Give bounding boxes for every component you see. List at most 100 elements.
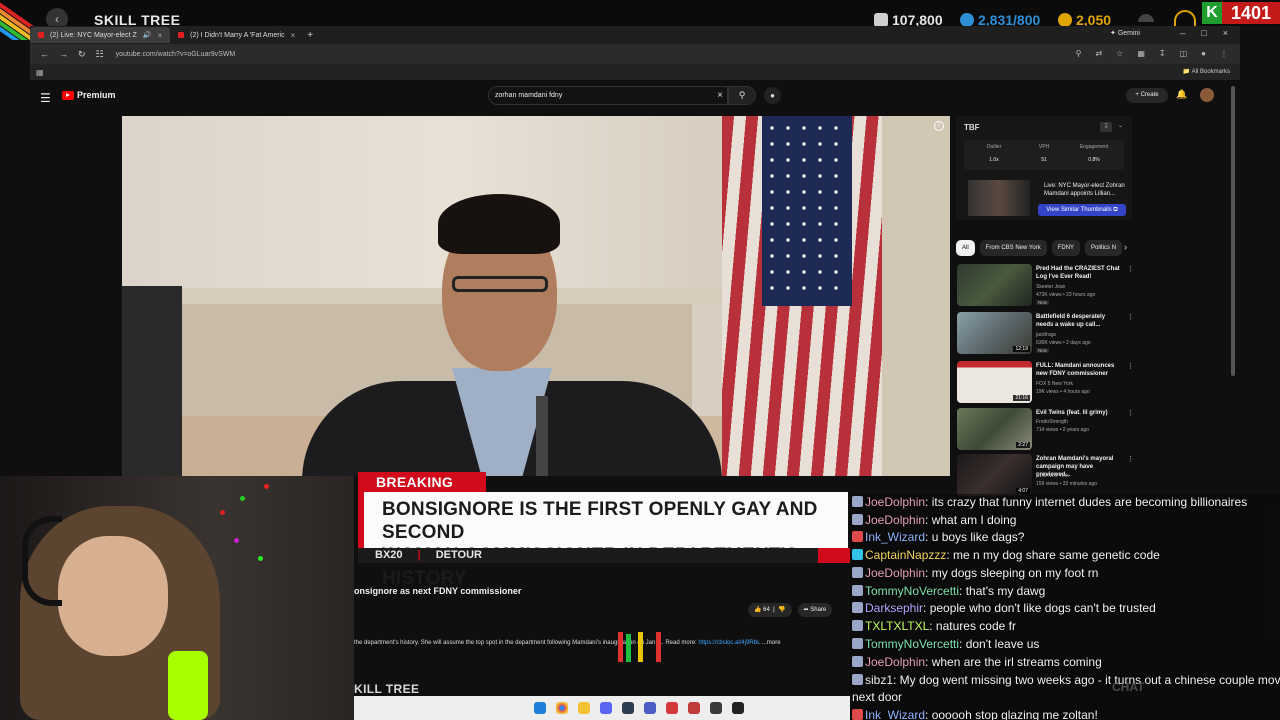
more-options-icon[interactable]: ⋮ xyxy=(1127,409,1134,417)
back-button[interactable]: ← xyxy=(40,49,49,59)
download-icon[interactable]: ↧ xyxy=(1159,49,1166,58)
create-button[interactable]: + Create xyxy=(1126,88,1168,103)
app-icon[interactable] xyxy=(710,702,722,714)
url-field[interactable]: youtube.com/watch?v=oGLuar9vSWM xyxy=(116,51,236,58)
chat-badge-icon xyxy=(852,549,863,560)
new-tab-button[interactable]: + xyxy=(307,30,313,41)
app-icon[interactable] xyxy=(732,702,744,714)
video-scene-speaker-hair xyxy=(438,194,560,254)
overlay-counter: 1401 xyxy=(1222,2,1280,24)
description-link[interactable]: https://cbsloc.al/4j9RbL xyxy=(698,640,760,646)
view-similar-thumbnails-button[interactable]: View Similar Thumbnails ⧉ xyxy=(1038,204,1126,216)
chat-text: : that's my dawg xyxy=(959,584,1046,598)
reload-button[interactable]: ↻ xyxy=(78,49,86,60)
browser-tab-bar: (2) Live: NYC Mayor-elect Z 🔊 × (2) I Di… xyxy=(30,26,1240,44)
description-more[interactable]: ...more xyxy=(762,640,781,646)
youtube-favicon-icon xyxy=(38,32,44,38)
voice-search-mic-icon[interactable]: ● xyxy=(764,87,781,104)
clear-search-icon[interactable]: × xyxy=(717,90,723,101)
recommendation-item[interactable]: 4:07 Zohran Mamdani's mayoral campaign m… xyxy=(957,454,1134,498)
more-options-icon[interactable]: ⋮ xyxy=(1127,313,1134,321)
file-explorer-icon[interactable] xyxy=(578,702,590,714)
recommendation-thumbnail: 2:27 xyxy=(957,408,1032,450)
hat-icon xyxy=(1138,14,1154,22)
all-bookmarks-link[interactable]: 📁 All Bookmarks xyxy=(1183,68,1230,75)
video-actions: 👍 64 | 👎 ➦ Share xyxy=(748,603,833,617)
site-info-icon[interactable]: ☷ xyxy=(96,49,104,60)
app-icon[interactable] xyxy=(644,702,656,714)
bookmark-star-icon[interactable]: ☆ xyxy=(1116,49,1123,58)
chat-message: TommyNoVercetti: don't leave us xyxy=(852,636,1039,653)
info-icon[interactable]: i xyxy=(934,121,944,131)
recommendation-item[interactable]: 2:27 Evil Twins (feat. lil grimy) FredoS… xyxy=(957,408,1134,452)
chevron-right-icon[interactable]: › xyxy=(1124,242,1127,252)
notifications-bell-icon[interactable]: 🔔 xyxy=(1176,89,1187,100)
gemini-button[interactable]: ✦ Gemini xyxy=(1110,29,1140,37)
sidepanel-icon[interactable]: ◫ xyxy=(1180,49,1188,58)
like-button[interactable]: 👍 64 | 👎 xyxy=(748,603,792,617)
more-options-icon[interactable]: ⋮ xyxy=(1127,265,1134,273)
chat-text: : people who don't like dogs can't be tr… xyxy=(923,601,1156,615)
extensions-icon[interactable]: ▦ xyxy=(1137,49,1145,58)
chat-text: : when are the irl streams coming xyxy=(925,655,1102,669)
dislike-icon[interactable]: 👎 xyxy=(778,607,785,613)
browser-tab-active[interactable]: (2) Live: NYC Mayor-elect Z 🔊 × xyxy=(30,27,171,43)
minimize-button[interactable]: – xyxy=(1180,28,1185,38)
close-tab-icon[interactable]: × xyxy=(291,31,296,40)
youtube-logo[interactable]: Premium xyxy=(62,90,116,100)
filter-chips: All From CBS New York FDNY Politics N xyxy=(956,240,1123,256)
close-tab-icon[interactable]: × xyxy=(157,31,162,40)
share-button[interactable]: ➦ Share xyxy=(797,603,833,617)
all-bookmarks-label: All Bookmarks xyxy=(1191,69,1230,75)
search-input[interactable]: zorhan mamdani fdny × xyxy=(488,86,728,105)
chevron-down-icon[interactable]: ⌄ xyxy=(1118,122,1123,129)
recommendation-meta: 159 views • 33 minutes ago xyxy=(1036,481,1097,487)
windows-start-icon[interactable] xyxy=(534,702,546,714)
browser-tab[interactable]: (2) I Didn't Marry A 'Fat Americ × xyxy=(170,27,303,43)
app-icon[interactable] xyxy=(622,702,634,714)
discord-icon[interactable] xyxy=(600,702,612,714)
more-options-icon[interactable]: ⋮ xyxy=(1127,455,1134,463)
recommendation-item[interactable]: 21:16 FULL: Mamdani announces new FDNY c… xyxy=(957,361,1134,405)
download-icon[interactable]: ↧ xyxy=(1100,122,1112,132)
chat-username: TommyNoVercetti xyxy=(865,584,960,598)
close-window-button[interactable]: × xyxy=(1223,28,1228,38)
video-player[interactable]: i xyxy=(122,116,950,476)
recommendation-item[interactable]: 12:19 Battlefield 6 desperately needs a … xyxy=(957,312,1134,356)
video-scene-microphone xyxy=(536,396,548,476)
zoom-icon[interactable]: ⚲ xyxy=(1076,49,1082,58)
headline-line-1: BONSIGNORE IS THE FIRST OPENLY GAY AND S… xyxy=(382,499,818,543)
search-icon: ⚲ xyxy=(738,90,746,100)
new-badge: New xyxy=(1036,348,1050,353)
recommendation-meta: 473K views • 23 hours ago xyxy=(1036,292,1096,298)
chip-politics[interactable]: Politics N xyxy=(1085,240,1123,256)
app-icon[interactable] xyxy=(666,702,678,714)
chip-all[interactable]: All xyxy=(956,240,975,256)
visualizer-bar xyxy=(618,632,623,662)
youtube-play-icon xyxy=(62,90,74,100)
hamburger-menu-icon[interactable]: ☰ xyxy=(40,91,51,105)
apps-grid-icon[interactable]: ▦ xyxy=(36,68,44,77)
chip-fdny[interactable]: FDNY xyxy=(1051,240,1081,256)
translate-icon[interactable]: ⇄ xyxy=(1095,49,1102,58)
search-button[interactable]: ⚲ xyxy=(728,86,756,105)
chrome-icon[interactable] xyxy=(556,702,568,714)
chat-message: TXLTXLTXL: natures code fr xyxy=(852,618,1016,635)
recommendation-item[interactable]: Pred Had the CRAZIEST Chat Log I've Ever… xyxy=(957,264,1134,308)
maximize-button[interactable]: □ xyxy=(1201,28,1206,38)
forward-button[interactable]: → xyxy=(59,49,68,59)
page-scrollbar[interactable] xyxy=(1231,86,1235,376)
duration-badge: 2:27 xyxy=(1016,442,1030,448)
avatar[interactable] xyxy=(1200,88,1214,102)
chat-message: JoeDolphin: my dogs sleeping on my foot … xyxy=(852,565,1098,582)
breaking-news-headline: BONSIGNORE IS THE FIRST OPENLY GAY AND S… xyxy=(358,492,848,589)
light-bulb xyxy=(234,538,239,543)
video-scene-right-wall xyxy=(882,116,950,476)
ticker-right: DETOUR xyxy=(435,549,482,561)
chat-username: JoeDolphin xyxy=(865,566,926,580)
profile-icon[interactable]: ● xyxy=(1201,49,1206,58)
app-icon[interactable] xyxy=(688,702,700,714)
chip-from-channel[interactable]: From CBS New York xyxy=(979,240,1047,256)
kebab-menu-icon[interactable]: ⋮ xyxy=(1220,49,1228,58)
more-options-icon[interactable]: ⋮ xyxy=(1127,362,1134,370)
